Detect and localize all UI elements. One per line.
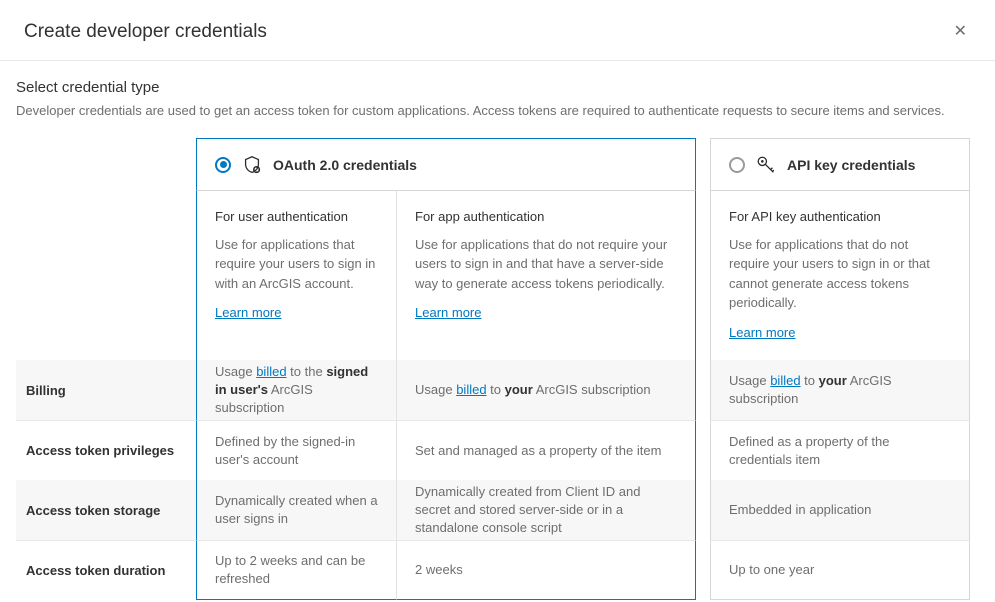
section-title: Select credential type — [16, 79, 971, 96]
apikey-desc: For API key authentication Use for appli… — [710, 191, 970, 360]
duration-oauth-user: Up to 2 weeks and can be refreshed — [196, 540, 396, 600]
billed-link[interactable]: billed — [456, 382, 486, 397]
key-icon — [755, 154, 777, 176]
oauth-user-auth-desc: For user authentication Use for applicat… — [196, 191, 396, 360]
billed-link[interactable]: billed — [256, 364, 286, 379]
apikey-subtitle: For API key authentication — [729, 207, 951, 227]
billing-apikey: Usage billed to your ArcGIS subscription — [710, 360, 970, 420]
apikey-learn-link[interactable]: Learn more — [729, 325, 795, 340]
privileges-oauth-app: Set and managed as a property of the ite… — [396, 420, 696, 480]
oauth-option-header[interactable]: OAuth 2.0 credentials — [196, 138, 696, 191]
radio-selected-icon[interactable] — [215, 157, 231, 173]
close-icon[interactable]: ✕ — [950, 20, 971, 44]
oauth-title: OAuth 2.0 credentials — [273, 157, 417, 173]
oauth-app-auth-desc: For app authentication Use for applicati… — [396, 191, 696, 360]
row-label-billing: Billing — [16, 360, 196, 420]
storage-apikey: Embedded in application — [710, 480, 970, 540]
oauth-user-text: Use for applications that require your u… — [215, 235, 378, 294]
credential-table: OAuth 2.0 credentials API key credential… — [16, 138, 971, 600]
oauth-user-learn-link[interactable]: Learn more — [215, 305, 281, 320]
storage-oauth-user: Dynamically created when a user signs in — [196, 480, 396, 540]
oauth-icon — [241, 154, 263, 176]
billing-oauth-user: Usage billed to the signed in user's Arc… — [196, 360, 396, 420]
apikey-text: Use for applications that do not require… — [729, 235, 951, 313]
modal-content: Select credential type Developer credent… — [0, 61, 995, 600]
apikey-option-header[interactable]: API key credentials — [710, 138, 970, 191]
billed-link[interactable]: billed — [770, 373, 800, 388]
oauth-app-subtitle: For app authentication — [415, 207, 677, 227]
row-label-privileges: Access token privileges — [16, 420, 196, 480]
radio-unselected-icon[interactable] — [729, 157, 745, 173]
oauth-user-subtitle: For user authentication — [215, 207, 378, 227]
duration-apikey: Up to one year — [710, 540, 970, 600]
oauth-app-learn-link[interactable]: Learn more — [415, 305, 481, 320]
duration-oauth-app: 2 weeks — [396, 540, 696, 600]
section-description: Developer credentials are used to get an… — [16, 102, 971, 120]
modal-title: Create developer credentials — [24, 21, 267, 43]
row-label-storage: Access token storage — [16, 480, 196, 540]
row-label-duration: Access token duration — [16, 540, 196, 600]
privileges-apikey: Defined as a property of the credentials… — [710, 420, 970, 480]
billing-oauth-app: Usage billed to your ArcGIS subscription — [396, 360, 696, 420]
storage-oauth-app: Dynamically created from Client ID and s… — [396, 480, 696, 540]
oauth-app-text: Use for applications that do not require… — [415, 235, 677, 294]
apikey-title: API key credentials — [787, 157, 915, 173]
modal-header: Create developer credentials ✕ — [0, 0, 995, 61]
privileges-oauth-user: Defined by the signed-in user's account — [196, 420, 396, 480]
